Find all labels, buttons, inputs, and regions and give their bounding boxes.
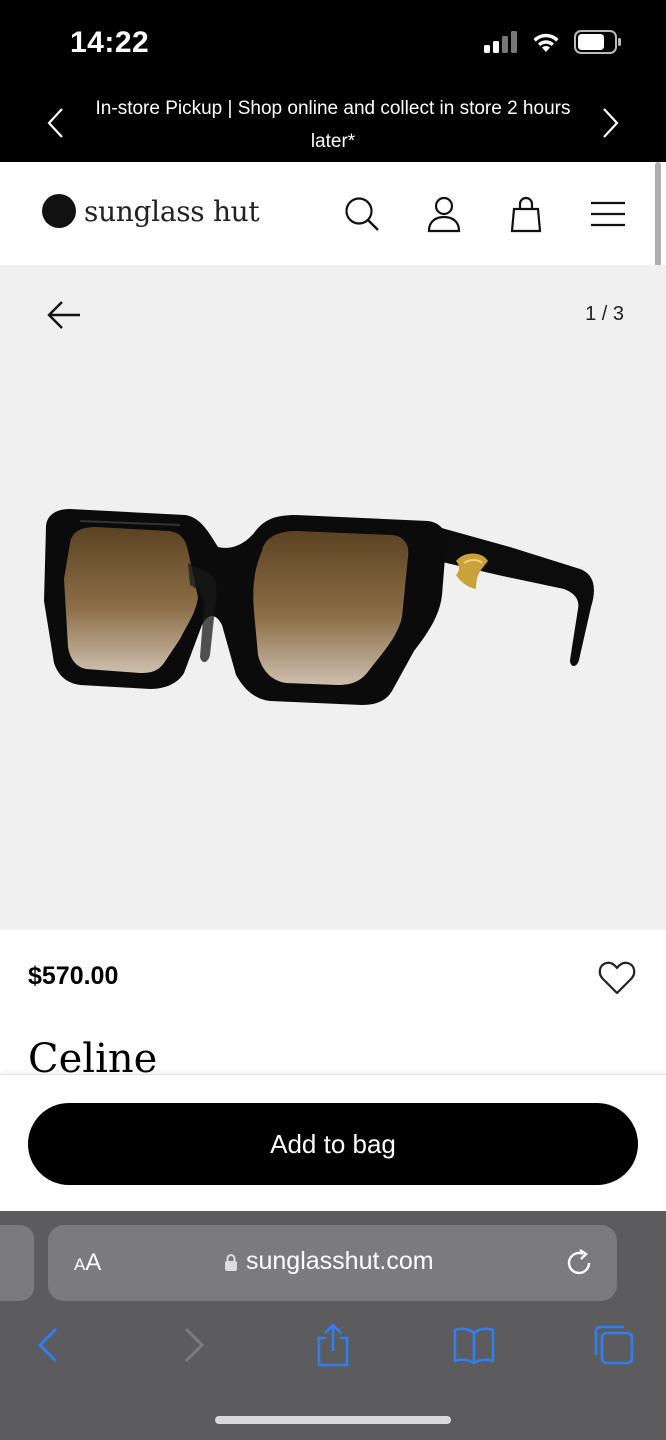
text-size-small-label: A xyxy=(74,1255,86,1274)
product-brand: Celine xyxy=(28,1036,158,1074)
tabs-icon[interactable] xyxy=(592,1323,636,1367)
promo-banner: In-store Pickup | Shop online and collec… xyxy=(0,88,666,162)
promo-text[interactable]: In-store Pickup | Shop online and collec… xyxy=(95,92,571,158)
shopping-bag-icon[interactable] xyxy=(506,194,546,234)
logo[interactable]: sunglass hut xyxy=(42,194,260,228)
heart-icon[interactable] xyxy=(598,960,636,996)
lock-icon xyxy=(225,1253,237,1271)
search-icon[interactable] xyxy=(342,194,382,234)
url-text: sunglasshut.com xyxy=(246,1247,434,1275)
cellular-signal-icon xyxy=(484,31,517,53)
sticky-cta-bar: Add to bag xyxy=(0,1074,666,1211)
product-gallery[interactable]: 1 / 3 xyxy=(0,265,666,930)
reload-icon[interactable] xyxy=(563,1247,595,1279)
url-display[interactable]: sunglasshut.com xyxy=(224,1247,434,1276)
battery-icon xyxy=(574,30,621,54)
browser-forward-icon[interactable] xyxy=(170,1323,214,1367)
previous-tab-preview[interactable] xyxy=(0,1225,34,1301)
menu-icon[interactable] xyxy=(588,194,628,234)
status-bar: 14:22 xyxy=(0,0,666,88)
share-icon[interactable] xyxy=(311,1323,355,1367)
address-bar[interactable]: AA sunglasshut.com xyxy=(48,1225,617,1301)
browser-back-icon[interactable] xyxy=(28,1323,72,1367)
sunglasses-product-image xyxy=(44,509,594,705)
text-size-button[interactable]: AA xyxy=(74,1249,101,1277)
text-size-big-label: A xyxy=(85,1249,102,1276)
site-header: sunglass hut xyxy=(0,162,666,265)
chevron-right-icon[interactable] xyxy=(600,106,622,140)
back-arrow-icon[interactable] xyxy=(46,299,82,331)
product-price: $570.00 xyxy=(28,962,119,990)
bookmarks-icon[interactable] xyxy=(452,1323,496,1367)
home-indicator[interactable] xyxy=(215,1416,451,1424)
account-icon[interactable] xyxy=(424,194,464,234)
browser-toolbar: AA sunglasshut.com xyxy=(0,1211,666,1440)
status-icons xyxy=(484,30,622,54)
image-counter: 1 / 3 xyxy=(585,303,624,325)
add-to-bag-button[interactable]: Add to bag xyxy=(28,1103,638,1185)
wifi-icon xyxy=(533,33,559,52)
logo-dot-icon xyxy=(42,194,76,228)
logo-text: sunglass hut xyxy=(84,194,260,228)
status-time: 14:22 xyxy=(70,26,150,59)
chevron-left-icon[interactable] xyxy=(44,106,66,140)
